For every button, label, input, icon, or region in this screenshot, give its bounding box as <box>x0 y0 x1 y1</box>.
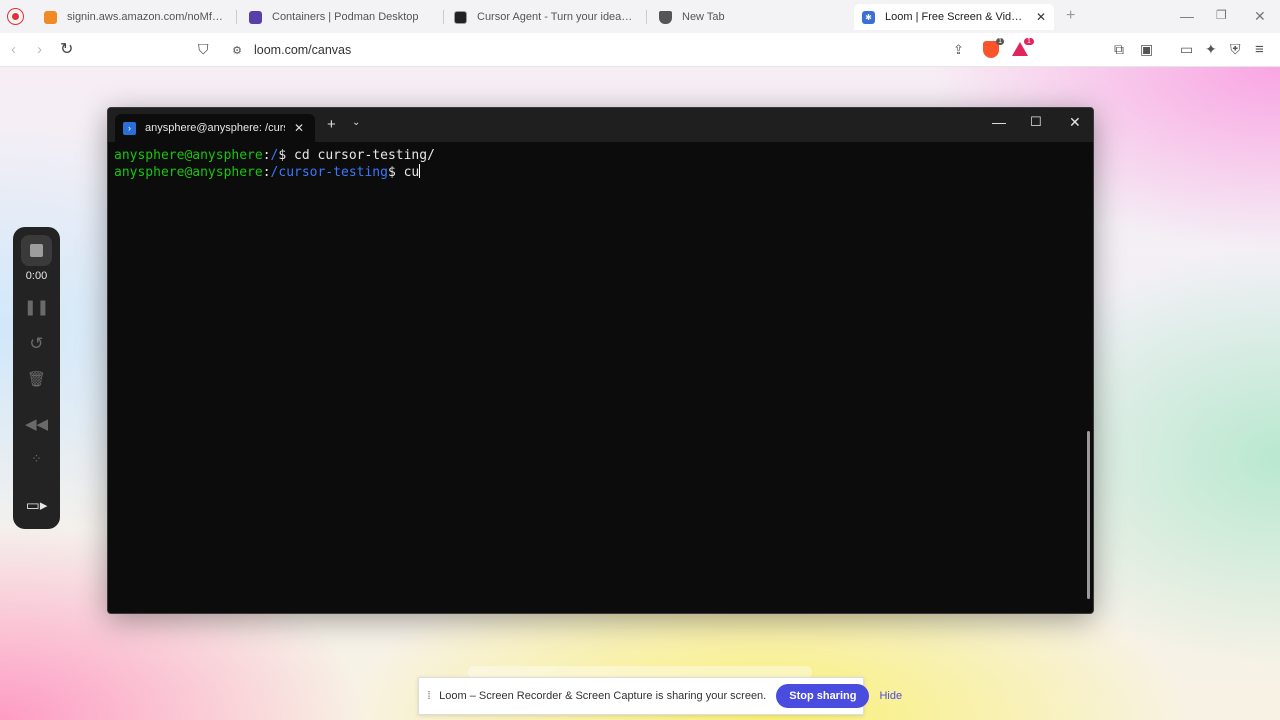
bookmark-icon[interactable]: ⛉ <box>198 41 209 58</box>
leo-ai-icon[interactable]: ✦ <box>1205 41 1217 58</box>
sharing-message: Loom – Screen Recorder & Screen Capture … <box>439 690 767 702</box>
rewind-icon[interactable]: ◀◀ <box>13 415 60 433</box>
wallet-icon[interactable]: ▭ <box>1180 41 1193 58</box>
powershell-icon: › <box>123 121 136 135</box>
terminal-maximize-icon[interactable]: ☐ <box>1030 114 1042 130</box>
command-input[interactable]: cu <box>404 165 420 180</box>
terminal-scrollbar[interactable] <box>1087 431 1090 599</box>
terminal-line: anysphere@anysphere:/cursor-testing$ cu <box>114 164 1087 181</box>
close-window-icon[interactable]: ✕ <box>1254 8 1266 25</box>
prompt-separator: : <box>262 148 271 163</box>
recording-timer: 0:00 <box>25 270 48 282</box>
restore-window-icon[interactable]: ❐ <box>1216 8 1227 22</box>
stop-square-icon <box>30 244 43 257</box>
terminal-tab-title: anysphere@anysphere: /curso <box>145 122 285 134</box>
tab-divider <box>236 10 237 24</box>
tab-aws-signin[interactable]: signin.aws.amazon.com/noMfa?actio <box>36 4 232 30</box>
tab-divider <box>443 10 444 24</box>
drag-grip-icon[interactable]: ⁞⁞ <box>427 690 431 702</box>
prompt-symbol: $ <box>278 148 295 163</box>
chevron-down-icon[interactable]: ⌄ <box>352 117 360 128</box>
stop-recording-button[interactable] <box>21 235 52 266</box>
terminal-close-icon[interactable]: ✕ <box>1069 114 1081 131</box>
share-icon[interactable]: ⇪ <box>953 42 964 58</box>
browser-toolbar: ‹ › ↻ ⛉ ⚙ loom.com/canvas ⇪ 1 1 ⧉ ▣ ▭ ✦ … <box>0 33 1280 67</box>
menu-icon[interactable]: ≡ <box>1255 41 1264 58</box>
prompt-symbol: $ <box>387 165 404 180</box>
loom-recorder-controls: 0:00 ❚❚ ↺ 🗑 ◀◀ ⁘ ▭▸ <box>13 227 60 529</box>
reading-list-icon[interactable]: ▣ <box>1140 41 1153 58</box>
command-text: cd cursor-testing/ <box>294 148 435 163</box>
recording-indicator-icon[interactable] <box>7 8 24 25</box>
restart-icon[interactable]: ↺ <box>13 334 60 354</box>
tab-new-tab[interactable]: New Tab <box>651 4 847 30</box>
terminal-output[interactable]: anysphere@anysphere:/$ cd cursor-testing… <box>108 142 1093 187</box>
vpn-shield-icon[interactable]: ⛨ <box>1230 41 1241 58</box>
tab-title: Containers | Podman Desktop <box>272 11 419 23</box>
screen-sharing-banner: ⁞⁞ Loom – Screen Recorder & Screen Captu… <box>418 677 902 715</box>
trash-icon[interactable]: 🗑 <box>13 370 60 388</box>
aws-cube-icon <box>44 10 57 24</box>
close-terminal-tab-icon[interactable]: ✕ <box>294 121 304 135</box>
prompt-user: anysphere@anysphere <box>114 165 263 180</box>
pause-icon[interactable]: ❚❚ <box>13 298 60 316</box>
prompt-user: anysphere@anysphere <box>114 148 263 163</box>
back-arrow-icon[interactable]: ‹ <box>11 41 16 58</box>
url-text: loom.com/canvas <box>254 43 352 57</box>
terminal-tab[interactable]: › anysphere@anysphere: /curso ✕ <box>115 114 315 142</box>
rewards-badge: 1 <box>1024 38 1034 45</box>
terminal-titlebar: › anysphere@anysphere: /curso ✕ + ⌄ — ☐ … <box>108 108 1093 142</box>
site-settings-icon[interactable]: ⚙ <box>230 43 244 57</box>
tab-divider <box>646 10 647 24</box>
shields-badge: 1 <box>996 38 1004 45</box>
tab-podman[interactable]: Containers | Podman Desktop <box>241 4 441 30</box>
new-terminal-tab-icon[interactable]: + <box>327 116 336 133</box>
brave-shield-icon <box>659 10 672 24</box>
podman-icon <box>249 10 262 24</box>
extensions-icon[interactable]: ⧉ <box>1114 41 1124 58</box>
prompt-separator: : <box>262 165 271 180</box>
browser-tab-bar: signin.aws.amazon.com/noMfa?actio Contai… <box>0 0 1280 33</box>
tab-title: signin.aws.amazon.com/noMfa?actio <box>67 11 224 23</box>
brave-rewards-icon[interactable]: 1 <box>1012 38 1034 56</box>
loom-icon: ✱ <box>862 10 875 24</box>
new-tab-plus-icon[interactable]: + <box>1066 7 1075 25</box>
stop-sharing-button[interactable]: Stop sharing <box>776 684 870 708</box>
reload-icon[interactable]: ↻ <box>60 39 73 59</box>
tab-cursor-agent[interactable]: Cursor Agent - Turn your ideas into c <box>446 4 642 30</box>
address-bar[interactable]: ⚙ loom.com/canvas <box>224 37 980 63</box>
forward-arrow-icon[interactable]: › <box>37 41 42 58</box>
text-cursor <box>419 164 421 178</box>
terminal-window[interactable]: › anysphere@anysphere: /curso ✕ + ⌄ — ☐ … <box>107 107 1094 614</box>
terminal-line: anysphere@anysphere:/$ cd cursor-testing… <box>114 148 1087 164</box>
terminal-minimize-icon[interactable]: — <box>992 114 1006 130</box>
brave-shields-icon[interactable]: 1 <box>983 38 1004 58</box>
cursor-icon <box>454 10 467 24</box>
tab-loom[interactable]: ✱ Loom | Free Screen & Video Rec ✕ <box>854 4 1054 30</box>
minimize-window-icon[interactable]: — <box>1180 8 1194 24</box>
tab-title: New Tab <box>682 11 725 23</box>
tab-title: Loom | Free Screen & Video Rec <box>885 11 1026 23</box>
hide-banner-button[interactable]: Hide <box>879 690 902 702</box>
camera-icon[interactable]: ▭▸ <box>13 496 60 514</box>
blur-dots-icon[interactable]: ⁘ <box>13 451 60 467</box>
prompt-path: /cursor-testing <box>270 165 388 180</box>
close-tab-icon[interactable]: ✕ <box>1036 10 1046 24</box>
tab-title: Cursor Agent - Turn your ideas into c <box>477 11 634 23</box>
